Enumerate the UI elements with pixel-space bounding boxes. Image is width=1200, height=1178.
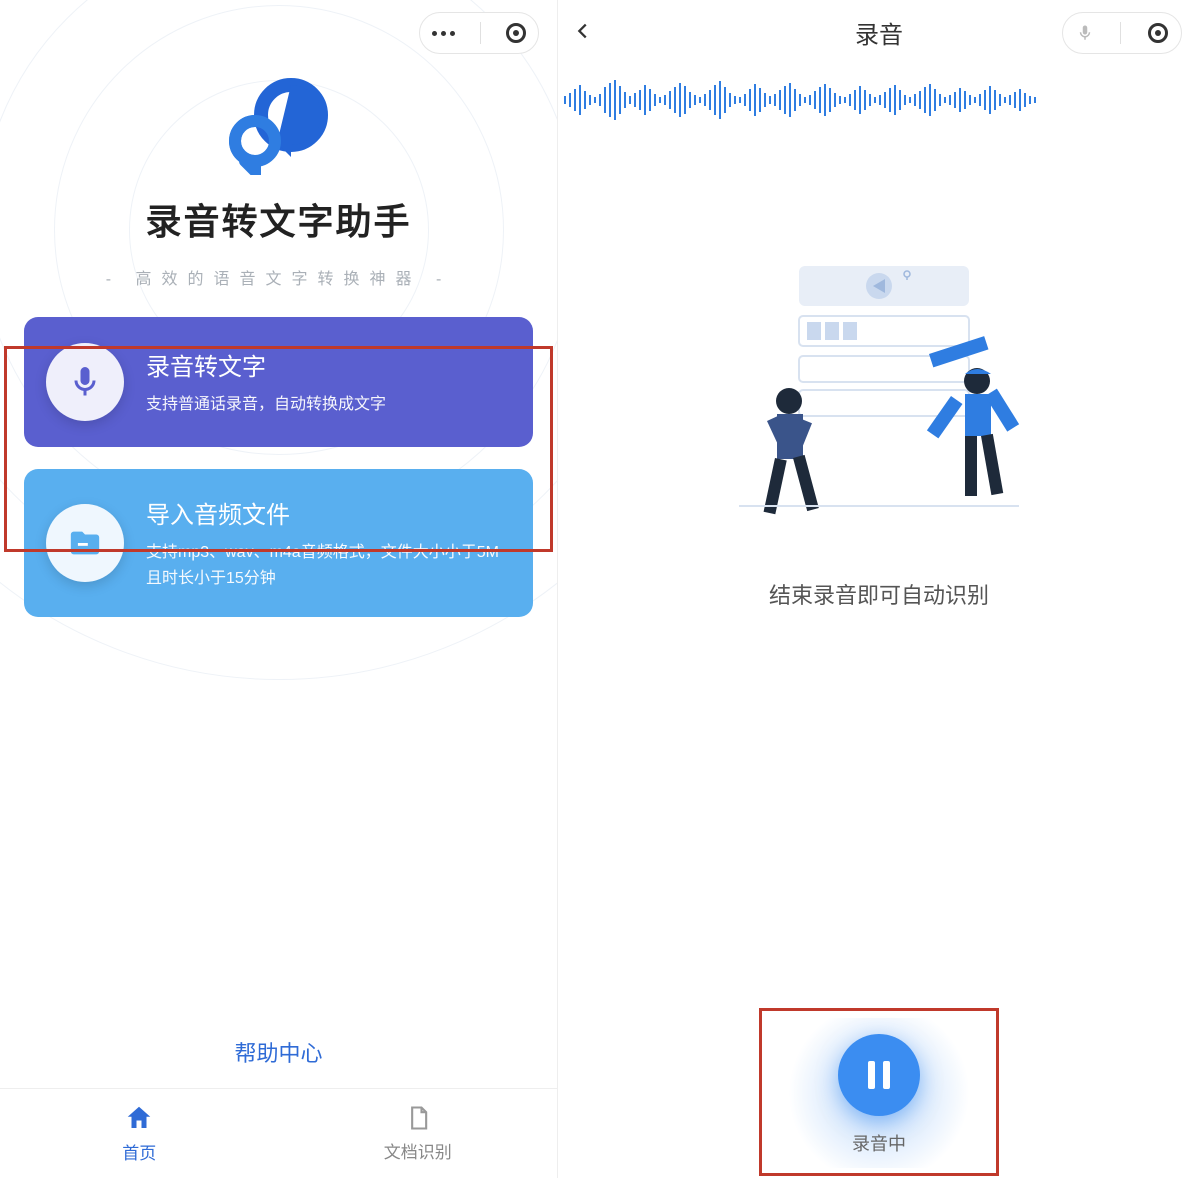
home-icon	[124, 1103, 154, 1133]
close-target-icon[interactable]	[1148, 23, 1168, 43]
recording-screen: 录音	[558, 0, 1200, 1178]
feature-cards: 录音转文字 支持普通话录音，自动转换成文字 导入音频文件 支持mp3、wav、m…	[0, 289, 557, 617]
record-to-text-card[interactable]: 录音转文字 支持普通话录音，自动转换成文字	[24, 317, 533, 447]
tab-label: 文档识别	[384, 1138, 452, 1163]
capsule-divider	[1120, 22, 1121, 44]
recording-hint: 结束录音即可自动识别	[558, 578, 1200, 610]
pause-recording-button[interactable]	[838, 1034, 920, 1116]
card-desc: 支持普通话录音，自动转换成文字	[146, 392, 386, 418]
back-button[interactable]	[572, 16, 594, 51]
tab-label: 首页	[122, 1139, 156, 1164]
help-center-link[interactable]: 帮助中心	[0, 1036, 557, 1068]
card-title: 导入音频文件	[146, 495, 511, 530]
audio-waveform	[558, 64, 1200, 136]
app-title: 录音转文字助手	[0, 193, 557, 245]
folder-icon	[46, 504, 124, 582]
illustration	[558, 226, 1200, 566]
miniprogram-capsule[interactable]	[419, 12, 539, 54]
bottom-tabbar: 首页 文档识别	[0, 1088, 557, 1178]
home-screen: 录音转文字助手 - 高效的语音文字转换神器 - 录音转文字 支持普通话录音，自动…	[0, 0, 558, 1178]
page-title: 录音	[855, 15, 903, 50]
capsule-divider	[480, 22, 481, 44]
tab-document-ocr[interactable]: 文档识别	[279, 1089, 558, 1178]
miniprogram-capsule[interactable]	[1062, 12, 1182, 54]
pause-icon	[868, 1061, 890, 1089]
nav-bar: 录音	[558, 0, 1200, 64]
record-control-area: 录音中	[558, 1008, 1200, 1178]
record-status-label: 录音中	[852, 1130, 906, 1156]
app-logo-icon	[219, 75, 339, 175]
microphone-icon	[46, 343, 124, 421]
card-desc: 支持mp3、wav、m4a音频格式，文件大小小于5M且时长小于15分钟	[146, 540, 511, 591]
tab-home[interactable]: 首页	[0, 1089, 279, 1178]
more-icon[interactable]	[432, 31, 455, 36]
document-icon	[404, 1104, 432, 1132]
close-target-icon[interactable]	[506, 23, 526, 43]
import-audio-card[interactable]: 导入音频文件 支持mp3、wav、m4a音频格式，文件大小小于5M且时长小于15…	[24, 469, 533, 617]
app-subtitle: - 高效的语音文字转换神器 -	[0, 265, 557, 289]
card-title: 录音转文字	[146, 347, 386, 382]
microphone-icon[interactable]	[1076, 22, 1094, 44]
chevron-left-icon	[572, 16, 594, 46]
